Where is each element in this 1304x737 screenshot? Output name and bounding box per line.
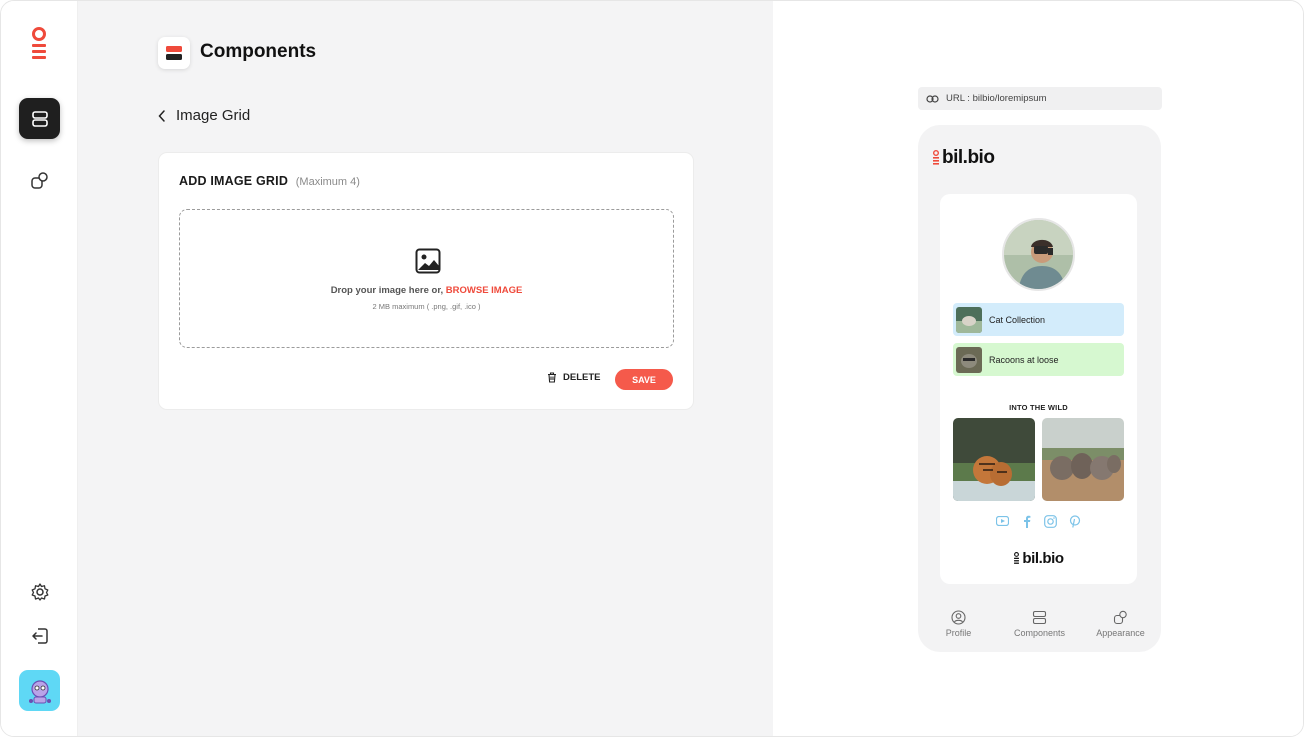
bilbio-logo-icon[interactable] <box>29 27 49 63</box>
grid-image-tigers[interactable] <box>953 418 1035 501</box>
link-label: Racoons at loose <box>989 354 1059 365</box>
back-button[interactable]: Image Grid <box>158 107 250 124</box>
main-panel: Components Image Grid ADD IMAGE GRID (Ma… <box>78 1 773 736</box>
layers-icon <box>166 46 182 60</box>
profile-avatar <box>1002 218 1075 291</box>
tab-label: Appearance <box>1096 628 1145 638</box>
chevron-left-icon <box>158 109 165 122</box>
tab-appearance[interactable]: Appearance <box>1083 610 1159 646</box>
delete-button[interactable]: DELETE <box>547 372 600 383</box>
robot-avatar-icon <box>28 679 51 703</box>
grid-image-elephants[interactable] <box>1042 418 1124 501</box>
card-subtitle: (Maximum 4) <box>295 176 360 188</box>
app-window: Components Image Grid ADD IMAGE GRID (Ma… <box>0 0 1304 737</box>
preview-panel: URL : bilbio/loremipsum bil.bio Cat Coll… <box>773 1 1303 736</box>
tab-label: Profile <box>945 628 972 638</box>
sidebar-item-settings[interactable] <box>19 571 60 612</box>
save-button[interactable]: SAVE <box>615 369 673 390</box>
image-icon <box>415 248 441 274</box>
profile-card: Cat Collection Racoons at loose INTO THE… <box>940 194 1137 584</box>
url-bar[interactable]: URL : bilbio/loremipsum <box>918 87 1162 110</box>
shapes-icon <box>1113 610 1127 625</box>
footer-brand: bil.bio <box>940 550 1137 567</box>
browse-image-link[interactable]: BROWSE IMAGE <box>446 285 523 296</box>
image-drop-zone[interactable]: Drop your image here or, BROWSE IMAGE 2 … <box>179 209 674 348</box>
sidebar-item-appearance[interactable] <box>19 160 60 201</box>
tab-components[interactable]: Components <box>1002 610 1078 646</box>
gear-icon <box>31 582 48 601</box>
image-grid-card: ADD IMAGE GRID (Maximum 4) Drop your ima… <box>158 152 694 410</box>
sidebar-item-components[interactable] <box>19 98 60 139</box>
shapes-icon <box>30 171 48 189</box>
components-header-icon <box>158 37 190 69</box>
sidebar-item-logout[interactable] <box>19 615 60 656</box>
logout-icon <box>31 627 48 644</box>
layers-icon <box>1032 610 1047 625</box>
youtube-icon[interactable] <box>996 514 1010 528</box>
page-title: Components <box>200 41 317 62</box>
bilbio-logo-icon <box>933 150 939 165</box>
drop-instruction: Drop your image here or, BROWSE IMAGE <box>180 285 673 296</box>
brand-header: bil.bio <box>932 147 995 169</box>
back-label: Image Grid <box>176 107 251 124</box>
link-cat-collection[interactable]: Cat Collection <box>953 303 1124 336</box>
drop-text: Drop your image here or, <box>330 285 444 296</box>
link-label: Cat Collection <box>989 314 1046 325</box>
layers-icon <box>31 110 48 127</box>
sidebar <box>1 1 78 736</box>
phone-preview: bil.bio Cat Collection Racoons at loose … <box>918 125 1161 652</box>
instagram-icon[interactable] <box>1044 514 1058 528</box>
pinterest-icon[interactable] <box>1068 514 1082 528</box>
preview-tabbar: Profile Components Appearance <box>918 610 1161 646</box>
social-links <box>940 514 1137 528</box>
trash-icon <box>548 372 556 383</box>
footer-brand-name: bil.bio <box>1022 550 1064 567</box>
user-circle-icon <box>951 610 966 625</box>
brand-name: bil.bio <box>942 147 995 168</box>
link-racoons-at-loose[interactable]: Racoons at loose <box>953 343 1124 376</box>
facebook-icon[interactable] <box>1020 514 1034 528</box>
url-label: URL : bilbio/loremipsum <box>946 93 1047 104</box>
link-icon <box>926 94 939 103</box>
link-thumbnail <box>956 346 982 373</box>
card-title-text: ADD IMAGE GRID <box>179 174 289 188</box>
tab-label: Components <box>1013 628 1066 638</box>
file-size-hint: 2 MB maximum ( .png, .gif, .ico ) <box>372 302 481 311</box>
user-avatar[interactable] <box>19 670 60 711</box>
tab-profile[interactable]: Profile <box>921 610 997 646</box>
delete-label: DELETE <box>563 372 601 383</box>
link-thumbnail <box>956 306 982 333</box>
card-title: ADD IMAGE GRID (Maximum 4) <box>179 174 360 188</box>
image-grid-title: INTO THE WILD <box>1009 403 1068 412</box>
bilbio-logo-icon <box>1014 552 1020 564</box>
